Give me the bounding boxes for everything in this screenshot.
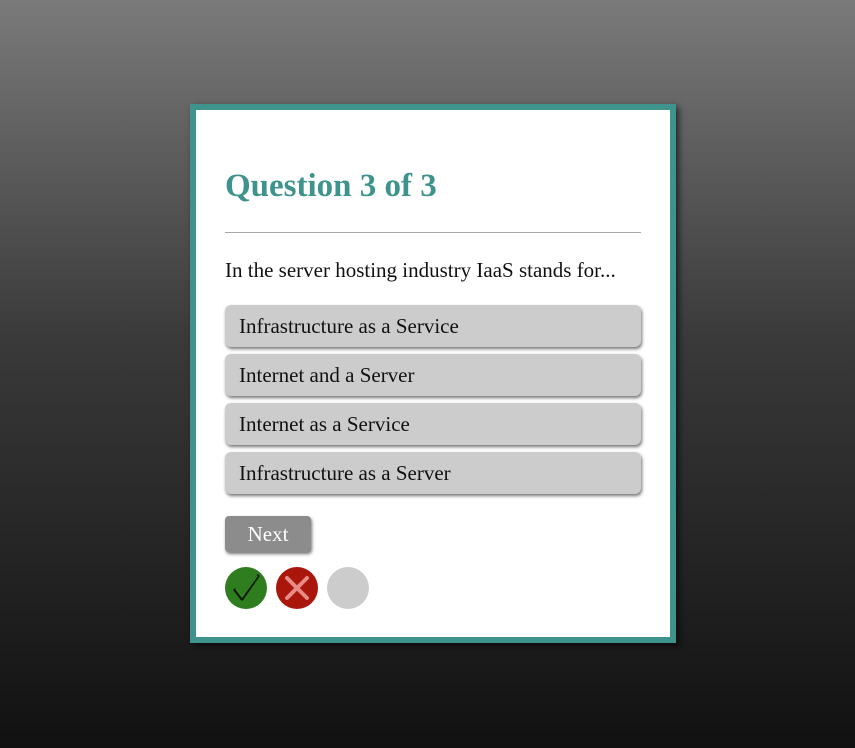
progress-dot-unanswered	[327, 567, 369, 609]
question-title: Question 3 of 3	[225, 168, 437, 204]
answer-option-3[interactable]: Internet as a Service	[225, 403, 641, 445]
cross-icon	[285, 576, 309, 600]
checkmark-icon	[233, 574, 260, 601]
answer-option-2[interactable]: Internet and a Server	[225, 354, 641, 396]
divider	[225, 232, 641, 233]
answer-option-4[interactable]: Infrastructure as a Server	[225, 452, 641, 494]
question-text: In the server hosting industry IaaS stan…	[225, 258, 616, 282]
next-button[interactable]: Next	[225, 516, 311, 552]
progress-dot-incorrect	[276, 567, 318, 609]
quiz-card: Question 3 of 3 In the server hosting in…	[190, 104, 676, 643]
answer-option-1[interactable]: Infrastructure as a Service	[225, 305, 641, 347]
progress-dot-correct	[225, 567, 267, 609]
progress-indicator	[225, 567, 374, 609]
answer-list: Infrastructure as a Service Internet and…	[225, 305, 641, 501]
